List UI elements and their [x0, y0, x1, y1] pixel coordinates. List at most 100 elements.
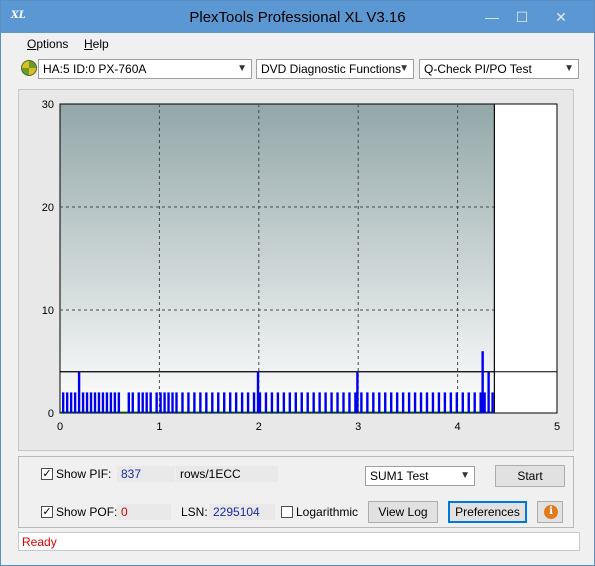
drive-disc-icon [21, 60, 37, 76]
show-pif-checkbox[interactable]: ✓ [41, 468, 53, 480]
data-bar [431, 392, 435, 413]
data-bar [330, 392, 333, 413]
pif-value: 837 [117, 466, 175, 482]
data-bar [101, 392, 105, 413]
data-bar [205, 392, 208, 413]
maximize-button[interactable]: ☐ [509, 7, 535, 27]
logarithmic-checkbox[interactable] [281, 506, 293, 518]
data-bar [395, 392, 399, 413]
app-window: XL PlexTools Professional XL V3.16 — ☐ ✕… [0, 0, 595, 566]
data-bar [145, 392, 148, 413]
lsn-label: LSN: [181, 505, 208, 519]
status-text: Ready [22, 535, 57, 549]
data-bar [264, 392, 268, 413]
data-bar [81, 392, 85, 413]
data-bar [449, 392, 453, 413]
data-bar [443, 392, 447, 413]
data-bar [288, 392, 292, 413]
preferences-button[interactable]: Preferences [448, 501, 527, 523]
data-bar [270, 392, 274, 413]
data-bar [276, 392, 280, 413]
start-button[interactable]: Start [495, 465, 565, 487]
start-button-label: Start [517, 469, 543, 483]
show-pif-label: Show PIF: [56, 467, 112, 481]
data-bar [252, 392, 256, 413]
show-pof-checkbox[interactable]: ✓ [41, 506, 53, 518]
function-select[interactable]: DVD Diagnostic Functions ▼ [256, 59, 414, 79]
status-bar: Ready [18, 532, 580, 551]
pif-unit: rows/1ECC [176, 466, 278, 482]
data-bar [300, 392, 303, 413]
data-bar [228, 392, 232, 413]
function-select-value: DVD Diagnostic Functions [261, 62, 402, 76]
data-bar [85, 392, 89, 413]
chart-area: 0 1 2 3 4 5 0 10 20 30 [18, 89, 574, 451]
data-bar [378, 392, 381, 413]
preferences-button-label: Preferences [455, 505, 520, 519]
data-bar [366, 392, 369, 413]
data-bar [149, 392, 152, 413]
data-bar [401, 392, 405, 413]
data-bar [258, 392, 262, 413]
menu-help[interactable]: Help [84, 37, 109, 51]
info-icon: i [544, 505, 558, 519]
data-bar [312, 392, 315, 413]
chevron-down-icon: ▼ [460, 470, 470, 481]
y-tick-label: 20 [42, 202, 54, 214]
info-button[interactable]: i [537, 501, 563, 523]
data-bar [425, 392, 429, 413]
data-bar [324, 392, 327, 413]
title-bar[interactable]: XL PlexTools Professional XL V3.16 — ☐ ✕ [1, 1, 594, 33]
data-bar [141, 392, 144, 413]
show-pof-label: Show POF: [56, 505, 118, 519]
data-bar [97, 392, 101, 413]
sum-test-select-value: SUM1 Test [370, 469, 429, 483]
data-bar [356, 371, 359, 413]
logarithmic-label: Logarithmic [296, 505, 359, 519]
data-bar [181, 392, 184, 413]
data-bar [93, 392, 97, 413]
controls-panel: ✓ Show PIF: 837 rows/1ECC ✓ Show POF: 0 … [18, 456, 574, 528]
x-tick-label: 0 [57, 421, 63, 433]
data-bar [105, 392, 109, 413]
data-bar [407, 392, 411, 413]
data-bar [467, 392, 470, 413]
data-bar [390, 392, 393, 413]
data-bar [294, 392, 297, 413]
data-bar [77, 371, 81, 413]
view-log-button[interactable]: View Log [368, 501, 438, 523]
lsn-value: 2295104 [209, 504, 275, 520]
data-bar [167, 392, 170, 413]
y-tick-label: 10 [42, 305, 54, 317]
test-select[interactable]: Q-Check PI/PO Test ▼ [419, 59, 579, 79]
data-bar [487, 371, 490, 413]
test-select-value: Q-Check PI/PO Test [424, 62, 532, 76]
x-tick-label: 2 [256, 421, 262, 433]
y-tick-label: 30 [42, 99, 54, 111]
data-bar [306, 392, 309, 413]
data-bar [163, 392, 166, 413]
minimize-button[interactable]: — [479, 7, 505, 27]
data-bar [437, 392, 441, 413]
y-tick-label: 0 [48, 408, 54, 420]
x-tick-label: 3 [355, 421, 361, 433]
data-bar [342, 392, 345, 413]
close-button[interactable]: ✕ [539, 7, 583, 27]
data-bar [483, 392, 486, 413]
sum-test-select[interactable]: SUM1 Test ▼ [365, 466, 475, 486]
menu-options[interactable]: Options [27, 37, 68, 51]
drive-select[interactable]: HA:5 ID:0 PX-760A ▼ [38, 59, 252, 79]
data-bar [193, 392, 196, 413]
data-bar [246, 392, 250, 413]
data-bar [360, 392, 363, 413]
unscanned-region [494, 104, 557, 413]
chevron-down-icon: ▼ [237, 63, 247, 74]
data-bar [113, 392, 117, 413]
data-bar [455, 392, 459, 413]
data-bar [240, 392, 244, 413]
data-bar [69, 392, 73, 413]
menu-bar: Options Help [1, 33, 594, 55]
data-bar [155, 392, 158, 413]
data-bar [73, 392, 77, 413]
data-bar [131, 392, 134, 413]
